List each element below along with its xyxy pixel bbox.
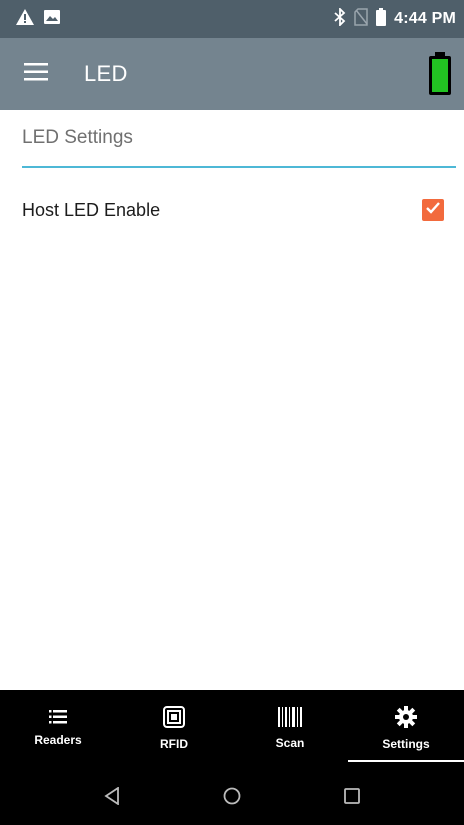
- setting-label: Host LED Enable: [22, 199, 161, 220]
- home-icon[interactable]: [216, 780, 248, 812]
- rfid-icon: [163, 705, 185, 733]
- settings-content: LED Settings Host LED Enable: [0, 110, 464, 690]
- back-icon[interactable]: [96, 780, 128, 812]
- status-right-icons: 4:44 PM: [334, 6, 456, 31]
- host-led-enable-checkbox[interactable]: [422, 199, 444, 221]
- nav-label: Readers: [34, 732, 82, 747]
- battery-icon: [376, 7, 387, 31]
- status-left-icons: [16, 8, 60, 30]
- menu-button[interactable]: [4, 38, 68, 110]
- nav-item-settings[interactable]: Settings: [348, 690, 464, 766]
- image-icon: [44, 9, 60, 29]
- warning-icon: [16, 8, 34, 30]
- barcode-icon: [278, 706, 302, 732]
- nav-item-readers[interactable]: Readers: [0, 690, 116, 766]
- nav-label: Settings: [382, 736, 430, 751]
- gear-icon: [395, 705, 417, 733]
- bluetooth-icon: [334, 6, 346, 31]
- list-icon: [49, 709, 67, 729]
- battery-full-icon[interactable]: [428, 52, 452, 101]
- no-sim-icon: [354, 7, 368, 31]
- bottom-navigation: Readers RFID Scan Settings: [0, 690, 464, 766]
- setting-row-host-led-enable[interactable]: Host LED Enable: [22, 168, 448, 252]
- clock: 4:44 PM: [394, 10, 456, 27]
- nav-label: Scan: [275, 735, 305, 750]
- nav-label: RFID: [160, 736, 188, 751]
- status-bar: 4:44 PM: [0, 0, 464, 38]
- section-title: LED Settings: [22, 127, 133, 148]
- hamburger-menu-icon: [24, 62, 48, 86]
- app-bar: LED: [0, 38, 464, 110]
- nav-item-scan[interactable]: Scan: [232, 690, 348, 766]
- nav-item-rfid[interactable]: RFID: [116, 690, 232, 766]
- checkmark-icon: [425, 201, 441, 220]
- recents-icon[interactable]: [336, 780, 368, 812]
- section-header: LED Settings: [22, 110, 456, 168]
- system-navigation-bar: [0, 766, 464, 825]
- page-title: LED: [84, 61, 128, 86]
